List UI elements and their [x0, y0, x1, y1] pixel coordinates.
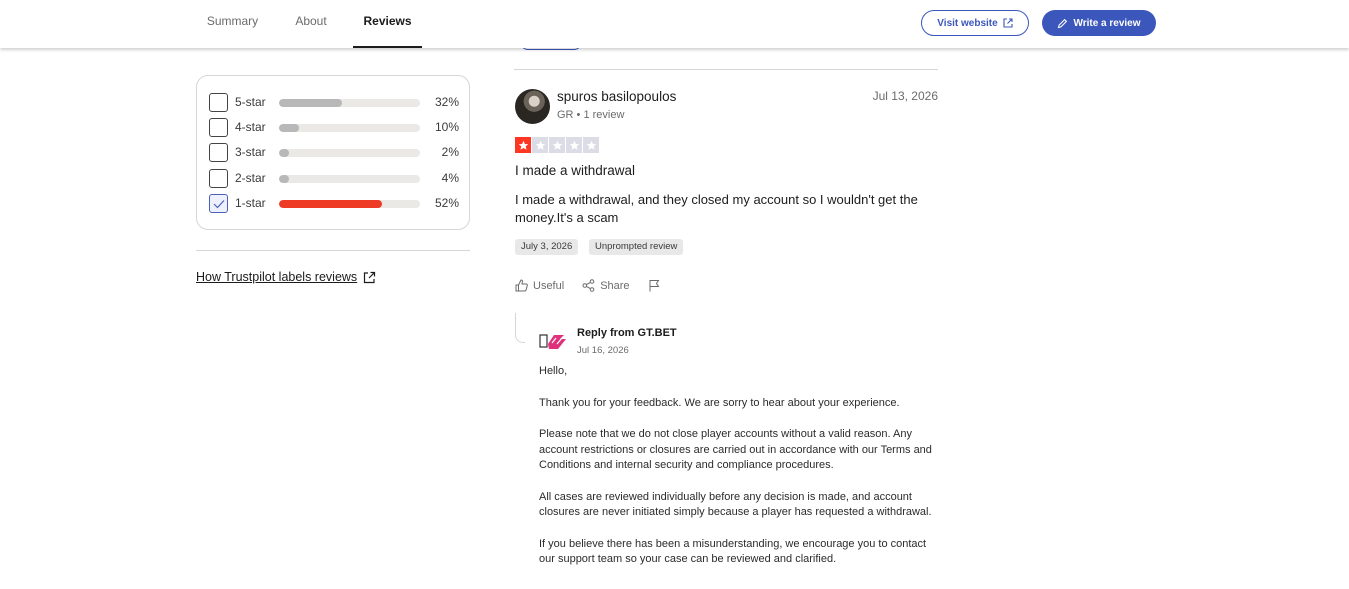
filter-percent: 4%: [441, 171, 459, 185]
avatar[interactable]: [515, 89, 550, 124]
filter-label: 4-star: [235, 120, 266, 134]
thumbs-up-icon: [515, 279, 528, 292]
rating-bar-fill: [279, 124, 299, 132]
link-text: How Trustpilot labels reviews: [196, 270, 358, 284]
write-review-button[interactable]: Write a review: [1042, 10, 1156, 36]
reply-connector: [515, 313, 525, 343]
reply-paragraph: Please note that we do not close player …: [539, 428, 932, 471]
external-link-icon: [1003, 18, 1013, 28]
unprompted-review-badge[interactable]: Unprompted review: [589, 239, 684, 255]
reply-body: Hello, Thank you for your feedback. We a…: [539, 364, 939, 584]
visit-website-button[interactable]: Visit website: [921, 10, 1029, 36]
divider: [514, 69, 938, 70]
flag-icon: [649, 280, 659, 292]
rating-bar: [279, 99, 420, 107]
review-title[interactable]: I made a withdrawal: [515, 163, 635, 178]
useful-button[interactable]: Useful: [515, 279, 564, 292]
review-body: I made a withdrawal, and they closed my …: [515, 192, 918, 225]
checkbox[interactable]: [209, 118, 228, 137]
reply-paragraph: If you believe there has been a misunder…: [539, 537, 927, 566]
reviewer-meta: GR • 1 review: [557, 109, 625, 121]
share-button[interactable]: Share: [582, 279, 630, 292]
star-icon-empty: [566, 137, 582, 153]
write-review-label: Write a review: [1073, 17, 1141, 29]
sticky-header: Summary About Reviews Visit website Writ…: [0, 0, 1349, 48]
checkbox-checked[interactable]: [209, 194, 228, 213]
filter-percent: 10%: [434, 120, 459, 134]
tab-reviews[interactable]: Reviews: [353, 0, 422, 48]
share-label: Share: [600, 279, 630, 292]
rating-bar: [279, 149, 420, 157]
reply-paragraph: Hello,: [539, 365, 568, 377]
filter-percent: 52%: [434, 196, 459, 210]
checkmark-icon: [213, 200, 225, 209]
rating-bar-fill: [279, 200, 382, 208]
reply-paragraph: Thank you for your feedback. We are sorr…: [539, 396, 900, 409]
filter-label: 3-star: [235, 145, 266, 159]
star-icon-filled: [515, 137, 531, 153]
visit-website-label: Visit website: [937, 17, 998, 29]
star-icon-empty: [532, 137, 548, 153]
checkbox[interactable]: [209, 143, 228, 162]
how-labels-reviews-link[interactable]: How Trustpilot labels reviews: [196, 270, 376, 284]
report-button[interactable]: [648, 279, 661, 292]
tab-about[interactable]: About: [283, 0, 339, 48]
divider: [196, 250, 470, 251]
checkbox[interactable]: [209, 93, 228, 112]
rating-bar: [279, 175, 420, 183]
reviewer-name[interactable]: spuros basilopoulos: [557, 89, 676, 104]
reply-author: Reply from GT.BET: [577, 327, 677, 339]
experience-date-badge: July 3, 2026: [515, 239, 579, 255]
filter-row-5-star[interactable]: 5-star 32%: [209, 93, 459, 113]
filter-row-3-star[interactable]: 3-star 2%: [209, 143, 459, 163]
star-icon-empty: [583, 137, 599, 153]
share-icon: [582, 279, 595, 292]
review-actions: Useful Share: [515, 279, 679, 292]
rating-bar-fill: [279, 99, 343, 107]
reply-date: Jul 16, 2026: [577, 345, 629, 356]
checkbox[interactable]: [209, 169, 228, 188]
tab-summary[interactable]: Summary: [195, 0, 270, 48]
rating-bar: [279, 124, 420, 132]
rating-bar: [279, 200, 420, 208]
star-rating: [515, 137, 599, 153]
filter-percent: 32%: [434, 95, 459, 109]
filter-label: 1-star: [235, 196, 266, 210]
filter-label: 2-star: [235, 171, 266, 185]
rating-bar-fill: [279, 149, 289, 157]
reply-paragraph: All cases are reviewed individually befo…: [539, 490, 932, 519]
gt-bet-logo-icon: [539, 334, 566, 349]
filter-label: 5-star: [235, 95, 266, 109]
rating-bar-fill: [279, 175, 289, 183]
filter-row-2-star[interactable]: 2-star 4%: [209, 169, 459, 189]
star-filter-card: 5-star 32% 4-star 10% 3-star 2% 2-star 4…: [196, 75, 470, 230]
external-link-icon: [364, 271, 376, 283]
useful-label: Useful: [533, 279, 565, 292]
star-icon-empty: [549, 137, 565, 153]
filter-row-1-star[interactable]: 1-star 52%: [209, 194, 459, 214]
review-date: Jul 13, 2026: [872, 89, 938, 103]
filter-row-4-star[interactable]: 4-star 10%: [209, 118, 459, 138]
pencil-icon: [1058, 18, 1068, 28]
filter-percent: 2%: [441, 145, 459, 159]
